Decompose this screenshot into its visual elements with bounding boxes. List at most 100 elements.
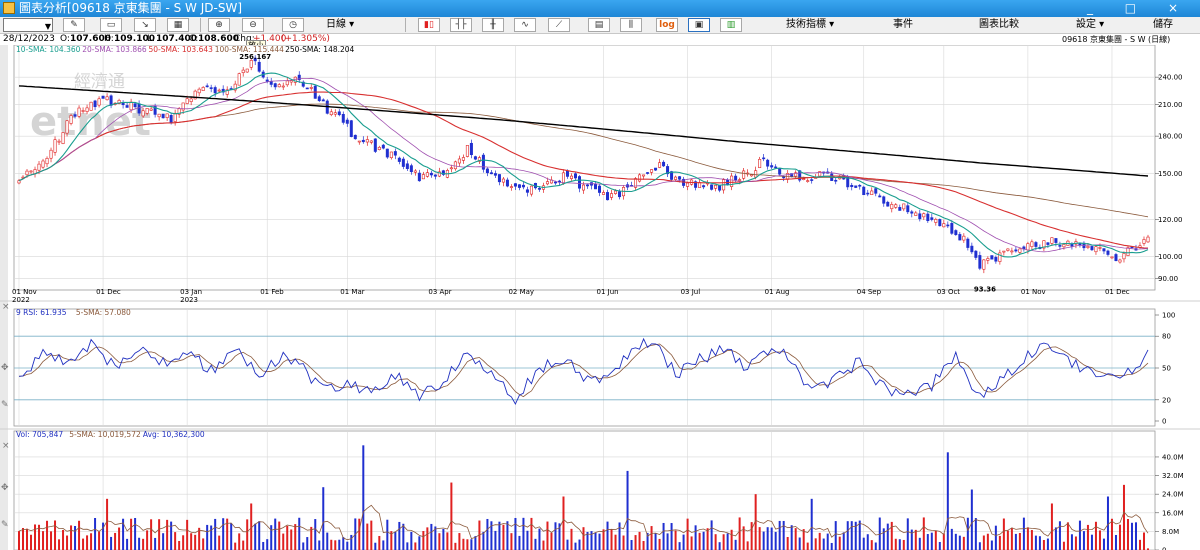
close-button[interactable]: × xyxy=(1168,1,1192,15)
volume-bar xyxy=(402,523,405,550)
volume-bar xyxy=(1074,536,1077,550)
candle-body xyxy=(501,178,505,183)
candlestick-icon[interactable]: ▮▯ xyxy=(418,18,440,32)
indicators-menu[interactable]: 技術指標 ▾ xyxy=(786,18,834,32)
volume-bar xyxy=(1090,534,1093,550)
overlay-icon[interactable]: ▣ xyxy=(688,18,710,32)
candle-body xyxy=(237,73,241,86)
candle-body xyxy=(537,188,541,190)
candle-body xyxy=(834,179,838,182)
pattern-icon[interactable]: ↘ xyxy=(134,18,156,32)
x-tick-label: 01 Dec xyxy=(96,288,121,296)
volume-bar xyxy=(582,527,585,550)
price-legend-item: 50-SMA: 103.643 xyxy=(149,45,214,54)
candle-body xyxy=(674,176,678,180)
period-menu[interactable]: 日線 ▾ xyxy=(326,18,354,32)
candle-body xyxy=(702,185,706,188)
volume-bar xyxy=(62,530,65,550)
candle-body xyxy=(922,213,926,218)
volume-bar xyxy=(930,532,933,550)
volume-bar xyxy=(386,519,389,550)
volume-bar xyxy=(470,539,473,550)
candle-body xyxy=(269,81,273,85)
events-menu[interactable]: 事件 xyxy=(893,18,913,32)
maximize-button[interactable]: □ xyxy=(1125,1,1150,15)
area-icon[interactable]: ⟋ xyxy=(548,18,570,32)
y-tick-label: 240.00 xyxy=(1158,74,1183,82)
volume-bar xyxy=(722,534,725,550)
volume-bar xyxy=(618,522,621,550)
bar-chart-icon[interactable]: ⫼ xyxy=(620,18,642,32)
volume-bar xyxy=(758,527,761,550)
candle-body xyxy=(678,176,682,180)
candle-body xyxy=(1034,242,1038,247)
volume-bar xyxy=(302,542,305,550)
volume-bar xyxy=(546,521,549,550)
candle-body xyxy=(734,175,738,181)
volume-bar xyxy=(350,534,353,550)
candle-body xyxy=(810,179,814,181)
candle-body xyxy=(770,165,774,168)
volume-bar xyxy=(762,531,765,550)
candle-body xyxy=(866,192,870,195)
volume-bar xyxy=(1058,521,1061,550)
line-icon[interactable]: ∿ xyxy=(514,18,536,32)
y-tick-label: 150.00 xyxy=(1158,170,1183,178)
volume-bar xyxy=(530,517,533,550)
chart-area[interactable]: ×✥✎×✥✎01 Nov202201 Dec 03 Jan202301 Feb 01… xyxy=(0,45,1200,550)
volume-bar xyxy=(1094,521,1097,550)
volume-bar xyxy=(766,527,769,550)
x-tick-label: 02 May xyxy=(508,288,534,296)
volume-bar xyxy=(654,533,657,550)
volume-bar xyxy=(906,518,909,550)
candle-body xyxy=(257,61,261,72)
candle-body xyxy=(698,182,702,188)
volume-bar xyxy=(990,540,993,550)
volume-bar xyxy=(1042,539,1045,550)
candle-body xyxy=(1142,239,1146,244)
y-tick-label: 180.00 xyxy=(1158,133,1183,141)
candle-body xyxy=(577,176,581,189)
log-icon[interactable]: log xyxy=(656,18,678,32)
window-controls[interactable]: _ □ × xyxy=(1087,0,1192,17)
save-menu[interactable]: 儲存 xyxy=(1153,18,1173,32)
grid-icon[interactable]: ▦ xyxy=(167,18,189,32)
volume-bar xyxy=(534,538,537,550)
volume-bar xyxy=(574,542,577,550)
volume-bar xyxy=(1142,532,1145,550)
low-label: L: xyxy=(147,34,156,44)
volume-bar xyxy=(602,529,605,550)
rsi-tick-label: 0 xyxy=(1162,418,1166,426)
candle-body xyxy=(1106,250,1110,255)
x-tick-label: 01 Dec xyxy=(1105,288,1130,296)
volume-bar xyxy=(462,538,465,550)
close-panel-icon: × xyxy=(2,302,10,312)
draw-icon[interactable]: ✎ xyxy=(63,18,85,32)
volume-bar xyxy=(1034,535,1037,550)
candle-body xyxy=(565,170,569,177)
clock-icon[interactable]: ◷ xyxy=(282,18,304,32)
volume-bar xyxy=(662,522,665,550)
candle-body xyxy=(718,185,722,191)
volume-tick-label: 16.0M xyxy=(1162,509,1184,517)
candle-body xyxy=(409,165,413,173)
candle-body xyxy=(1006,248,1010,251)
volume-bar xyxy=(538,528,541,550)
compare-icon[interactable]: ▭ xyxy=(100,18,122,32)
table-icon[interactable]: ▤ xyxy=(588,18,610,32)
zoom-in-icon[interactable]: ⊕ xyxy=(208,18,230,32)
volume-bar xyxy=(54,520,57,550)
volume-legend-item: Avg: 10,362,300 xyxy=(143,430,205,439)
bar-icon[interactable]: ╫ xyxy=(482,18,504,32)
volume-bar xyxy=(862,537,865,550)
volume-bar xyxy=(526,530,529,550)
volume-bar xyxy=(814,538,817,550)
candle-body xyxy=(990,255,994,260)
zoom-out-icon[interactable]: ⊖ xyxy=(242,18,264,32)
volume-icon[interactable]: ▥ xyxy=(720,18,742,32)
minimize-button[interactable]: _ xyxy=(1087,1,1107,15)
ohlc-icon[interactable]: ┤├ xyxy=(450,18,472,32)
settings-menu[interactable]: 設定 ▾ xyxy=(1076,18,1104,32)
period-combo[interactable]: ▼ xyxy=(3,18,53,32)
compare-menu[interactable]: 圖表比較 xyxy=(979,18,1019,32)
